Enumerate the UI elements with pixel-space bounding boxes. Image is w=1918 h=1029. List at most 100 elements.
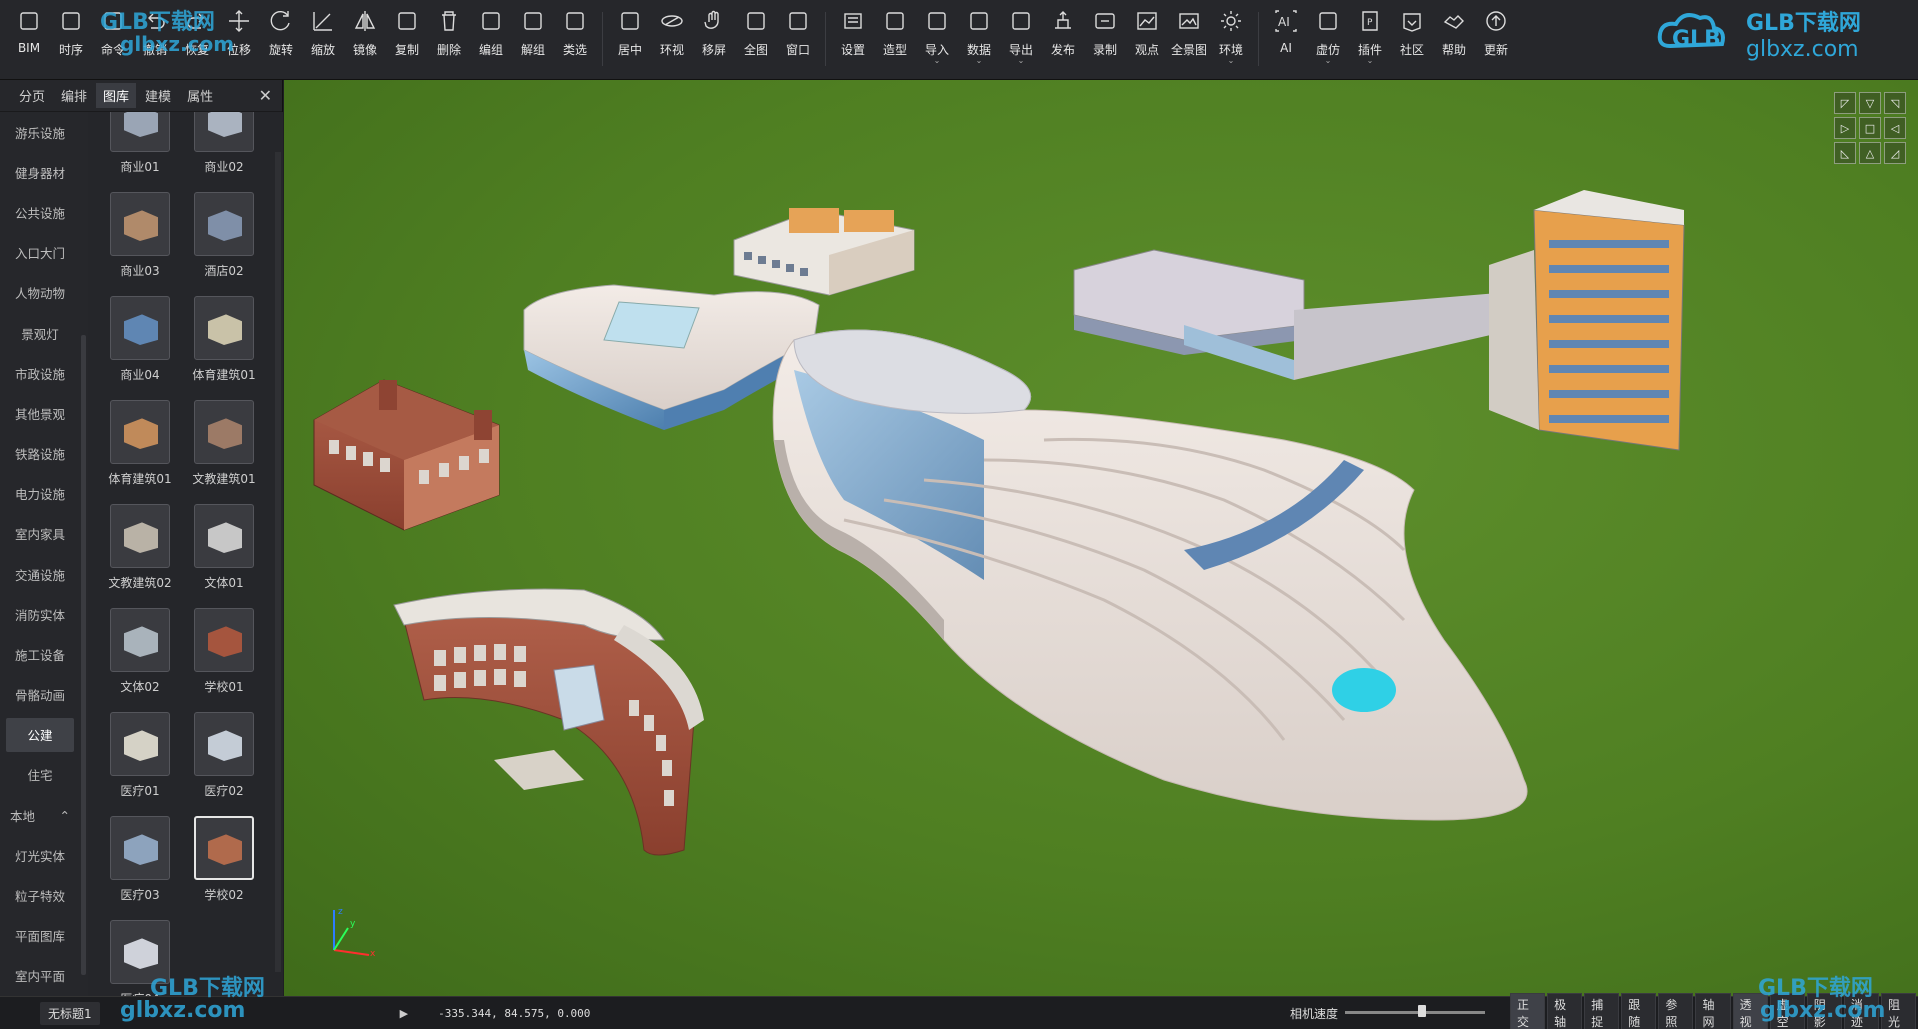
tab-1[interactable]: 编排 (54, 83, 94, 108)
library-item[interactable]: 体育建筑01 (182, 290, 266, 394)
status-toggle[interactable]: 轴网 (1695, 993, 1731, 1029)
redo-button[interactable]: 恢复 (176, 6, 218, 78)
environment-button[interactable]: 环境 ⌄ (1210, 6, 1252, 78)
status-toggle[interactable]: 极轴 (1547, 993, 1583, 1029)
view-right-button[interactable]: ◁ (1884, 117, 1906, 139)
zoom-all-button[interactable]: 全图 (735, 6, 777, 78)
zoom-window-button[interactable]: 窗口 (777, 6, 819, 78)
panel-close-icon[interactable]: ✕ (259, 86, 272, 105)
community-button[interactable]: 社区 (1391, 6, 1433, 78)
status-toggle[interactable]: 阻光 (1880, 993, 1917, 1029)
building-long-hospital[interactable] (1073, 190, 1685, 451)
building-education-small[interactable] (733, 208, 915, 296)
delete-button[interactable]: 删除 (428, 6, 470, 78)
camera-speed-slider[interactable] (1345, 1011, 1485, 1014)
category-item[interactable]: 室内家具 (0, 514, 80, 554)
group-button[interactable]: 编组 (470, 6, 512, 78)
ai-button[interactable]: AI AI (1265, 6, 1307, 78)
command-button[interactable]: 命令 (92, 6, 134, 78)
rotate-button[interactable]: 旋转 (260, 6, 302, 78)
library-item[interactable]: 医疗02 (182, 706, 266, 810)
help-button[interactable]: 帮助 (1433, 6, 1475, 78)
library-item[interactable]: 医疗04 (98, 914, 182, 996)
status-toggle[interactable]: 消迹 (1843, 993, 1879, 1029)
status-toggle[interactable]: 正交 (1510, 993, 1546, 1029)
center-button[interactable]: 居中 (609, 6, 651, 78)
status-toggle[interactable]: 跟随 (1621, 993, 1657, 1029)
local-category-item[interactable]: 粒子特效 (0, 875, 80, 915)
local-category-item[interactable]: 室内平面 (0, 956, 80, 996)
library-item[interactable]: 酒店02 (182, 186, 266, 290)
play-icon[interactable]: ▶ (400, 1007, 408, 1020)
view-topleft-button[interactable]: ◸ (1834, 92, 1856, 114)
view-bottomright-button[interactable]: ◿ (1884, 142, 1906, 164)
tab-0[interactable]: 分页 (12, 83, 52, 108)
modeling-button[interactable]: 造型 (874, 6, 916, 78)
plugin-button[interactable]: P 插件 ⌄ (1349, 6, 1391, 78)
scale-button[interactable]: 缩放 (302, 6, 344, 78)
library-item[interactable]: 文体02 (98, 602, 182, 706)
building-red-classical[interactable] (313, 379, 500, 531)
category-item[interactable]: 骨骼动画 (0, 675, 80, 715)
tab-4[interactable]: 属性 (180, 83, 220, 108)
undo-button[interactable]: 撤销 (134, 6, 176, 78)
building-curved-school[interactable] (393, 588, 704, 856)
category-item[interactable]: 入口大门 (0, 233, 80, 273)
library-item[interactable]: 文教建筑02 (98, 498, 182, 602)
document-title-tab[interactable]: 无标题1 (40, 1001, 100, 1025)
category-item[interactable]: 电力设施 (0, 474, 80, 514)
tab-2[interactable]: 图库 (96, 83, 137, 108)
view-left-button[interactable]: ▷ (1834, 117, 1856, 139)
category-scrollbar[interactable] (81, 335, 86, 975)
category-item[interactable]: 公建 (6, 717, 74, 752)
status-toggle[interactable]: 捕捉 (1584, 993, 1620, 1029)
category-item[interactable]: 其他景观 (0, 393, 80, 433)
timeline-button[interactable]: 时序 (50, 6, 92, 78)
simulation-button[interactable]: 虚仿 ⌄ (1307, 6, 1349, 78)
category-item[interactable]: 住宅 (0, 755, 80, 795)
bim-button[interactable]: BIM (8, 6, 50, 78)
status-toggle[interactable]: 阴影 (1806, 993, 1842, 1029)
library-item[interactable]: 体育建筑01 (98, 394, 182, 498)
viewpoint-button[interactable]: 观点 (1126, 6, 1168, 78)
local-category-item[interactable]: 平面图库 (0, 916, 80, 956)
class-select-button[interactable]: 类选 (554, 6, 596, 78)
3d-viewport[interactable]: ◸ ▽ ◹ ▷ □ ◁ ◺ △ ◿ z y x (284, 80, 1918, 996)
import-button[interactable]: 导入 ⌄ (916, 6, 958, 78)
view-top-button[interactable]: ▽ (1859, 92, 1881, 114)
status-toggle[interactable]: 虚空 (1769, 993, 1805, 1029)
view-front-button[interactable]: □ (1859, 117, 1881, 139)
panorama-button[interactable]: 全景图 (1168, 6, 1210, 78)
category-item[interactable]: 交通设施 (0, 554, 80, 594)
category-item[interactable]: 人物动物 (0, 273, 80, 313)
category-item[interactable]: 景观灯 (0, 313, 80, 353)
category-item[interactable]: 铁路设施 (0, 434, 80, 474)
ungroup-button[interactable]: 解组 (512, 6, 554, 78)
category-item[interactable]: 市政设施 (0, 353, 80, 393)
pan-button[interactable]: 移屏 (693, 6, 735, 78)
record-button[interactable]: 录制 (1084, 6, 1126, 78)
view-bottomleft-button[interactable]: ◺ (1834, 142, 1856, 164)
library-item[interactable]: 学校02 (182, 810, 266, 914)
data-button[interactable]: 数据 ⌄ (958, 6, 1000, 78)
mirror-button[interactable]: 镜像 (344, 6, 386, 78)
view-bottom-button[interactable]: △ (1859, 142, 1881, 164)
view-topright-button[interactable]: ◹ (1884, 92, 1906, 114)
library-item[interactable]: 商业03 (98, 186, 182, 290)
copy-button[interactable]: 复制 (386, 6, 428, 78)
status-toggle[interactable]: 透视 (1732, 993, 1768, 1029)
library-item[interactable]: 文体01 (182, 498, 266, 602)
library-item[interactable]: 商业04 (98, 290, 182, 394)
library-item[interactable]: 学校01 (182, 602, 266, 706)
publish-button[interactable]: 发布 (1042, 6, 1084, 78)
export-button[interactable]: 导出 ⌄ (1000, 6, 1042, 78)
local-section-header[interactable]: 本地 ⌃ (0, 795, 80, 835)
library-item[interactable]: 医疗03 (98, 810, 182, 914)
status-toggle[interactable]: 参照 (1658, 993, 1694, 1029)
library-item[interactable]: 医疗01 (98, 706, 182, 810)
update-button[interactable]: 更新 (1475, 6, 1517, 78)
category-item[interactable]: 健身器材 (0, 152, 80, 192)
category-item[interactable]: 公共设施 (0, 192, 80, 232)
orbit-button[interactable]: 环视 (651, 6, 693, 78)
category-item[interactable]: 消防实体 (0, 594, 80, 634)
